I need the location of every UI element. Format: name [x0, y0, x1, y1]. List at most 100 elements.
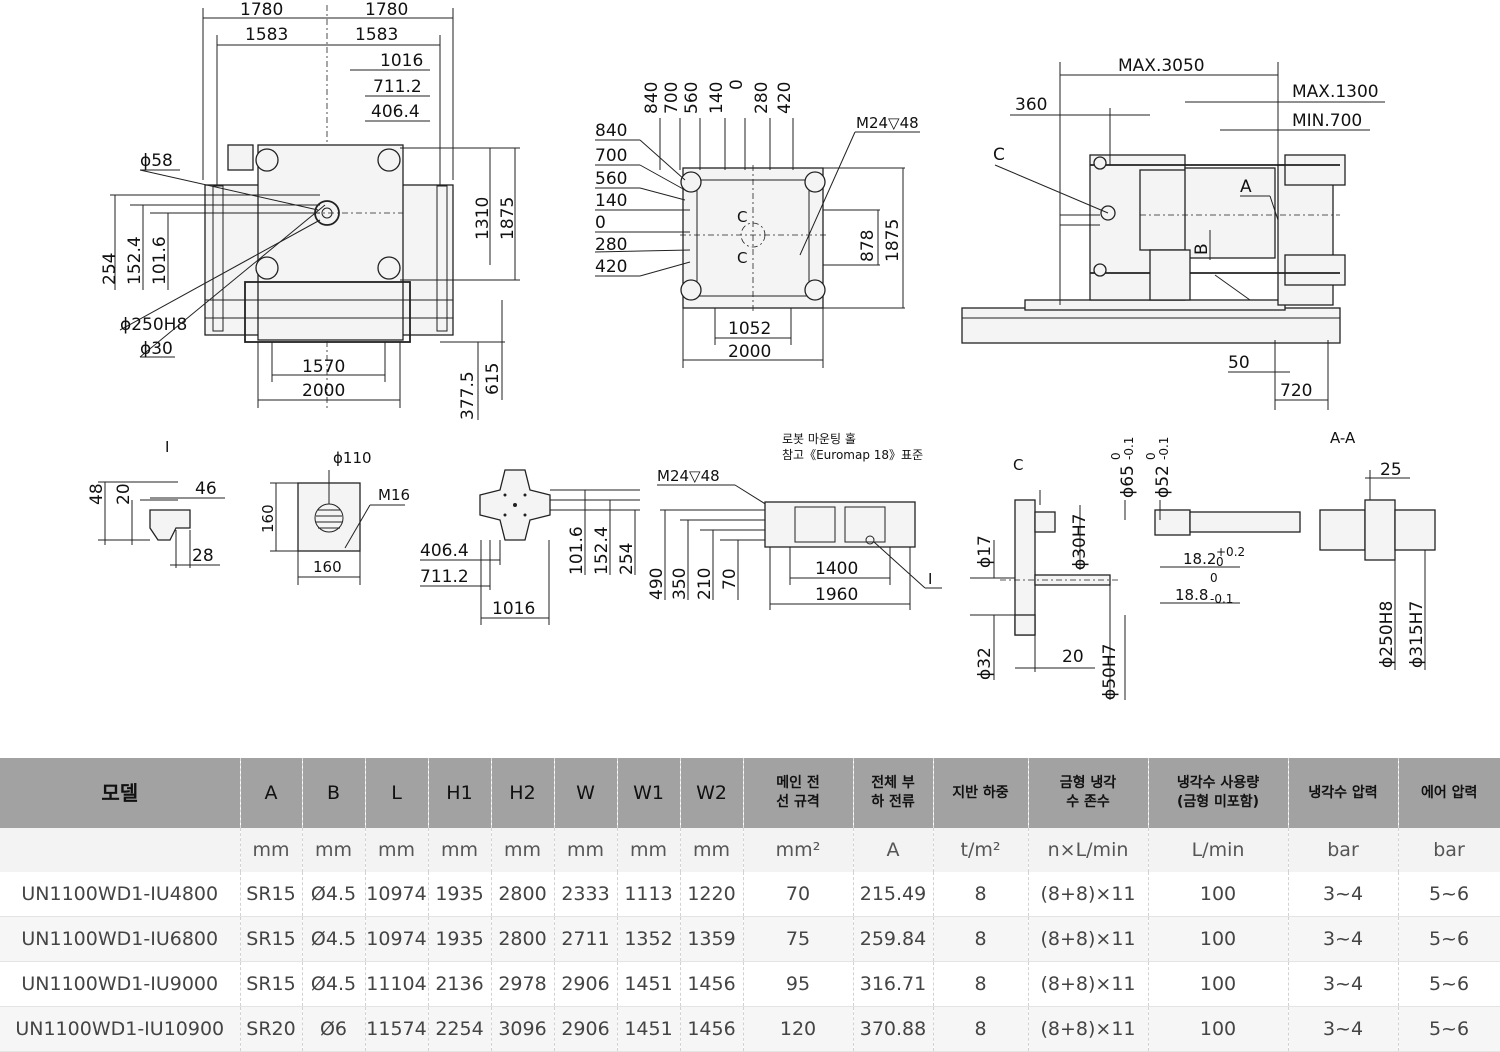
header-h2: H2 — [491, 758, 555, 828]
dim-406-4: 406.4 — [371, 102, 420, 122]
platen-top-560: 560 — [682, 82, 702, 114]
cell-w1: 1451 — [617, 1006, 681, 1052]
header-h1: H1 — [428, 758, 492, 828]
platen-top-140: 140 — [707, 82, 727, 114]
cell-cooling-water-usage: 100 — [1148, 872, 1289, 917]
cell-cooling-water-pressure: 3~4 — [1288, 961, 1399, 1007]
cell-load-current: 215.49 — [853, 872, 934, 917]
side-label-b: B — [1192, 243, 1212, 255]
header-mold-cooling-zones: 금형 냉각 수 존수 — [1028, 758, 1149, 828]
platen-dim-1052: 1052 — [728, 319, 771, 339]
dim-152-4-front: 152.4 — [125, 236, 145, 285]
cell-load-current: 316.71 — [853, 961, 934, 1007]
detail-c-20: 20 — [1062, 647, 1084, 667]
header-w2: W2 — [680, 758, 744, 828]
unit-w2: mm — [680, 828, 744, 872]
robot-dim-1960: 1960 — [815, 585, 858, 605]
header-floor-load: 지반 하중 — [933, 758, 1029, 828]
platen-holes-1016: 1016 — [492, 599, 535, 619]
hole-m16: M16 — [378, 486, 410, 504]
detail-c: C ϕ65 0 -0.1 ϕ52 0 -0.1 ϕ30H7 18.2 +0.2 … — [970, 437, 1301, 700]
spec-table: 모델 A B L H1 H2 W W1 W2 메인 전 선 규격 전체 부 하 … — [0, 758, 1500, 1052]
cell-b: Ø6 — [302, 1006, 366, 1052]
robot-note-line2: 참고《Euromap 18》표준 — [782, 448, 923, 462]
robot-dim-350: 350 — [670, 568, 690, 600]
platen-top-dims: 840 700 560 140 0 280 420 — [642, 79, 795, 170]
cell-w: 2906 — [554, 1006, 618, 1052]
dim-1875-front: 1875 — [498, 197, 518, 240]
units-row: mm mm mm mm mm mm mm mm mm² A t/m² n×L/m… — [0, 828, 1500, 872]
side-dim-50: 50 — [1228, 353, 1250, 373]
platen-left-420: 420 — [595, 257, 627, 277]
callout-phi58: ϕ58 — [140, 151, 173, 171]
section-aa-25: 25 — [1380, 460, 1402, 480]
platen-holes-254: 254 — [617, 543, 637, 575]
dim-1780-right: 1780 — [365, 0, 408, 20]
robot-dim-70: 70 — [720, 568, 740, 590]
cell-b: Ø4.5 — [302, 961, 366, 1007]
cell-air-pressure: 5~6 — [1398, 1006, 1500, 1052]
cell-floor-load: 8 — [933, 872, 1029, 917]
cell-main-cable: 120 — [743, 1006, 854, 1052]
cell-h2: 2978 — [491, 961, 555, 1007]
robot-mount: 로봇 마운팅 홀 참고《Euromap 18》표준 M24▽48 490 350… — [647, 432, 942, 610]
cell-a: SR15 — [240, 961, 303, 1007]
platen-holes-406-4: 406.4 — [420, 541, 469, 561]
cell-w: 2333 — [554, 872, 618, 917]
cell-b: Ø4.5 — [302, 872, 366, 917]
unit-floor-load: t/m² — [933, 828, 1029, 872]
cell-load-current: 259.84 — [853, 916, 934, 962]
hole-160-horiz: 160 — [313, 558, 342, 576]
side-dim-360: 360 — [1015, 95, 1047, 115]
technical-drawing: 1780 1780 1583 1583 1016 711.2 406.4 131… — [87, 0, 1436, 700]
unit-w1: mm — [617, 828, 681, 872]
dim-1583-left: 1583 — [245, 25, 288, 45]
unit-w: mm — [554, 828, 618, 872]
table-row: UN1100WD1-IU6800 SR15 Ø4.5 10974 1935 28… — [0, 916, 1500, 962]
platen-left-280: 280 — [595, 235, 627, 255]
platen-left-0: 0 — [595, 213, 606, 233]
detail-i-48: 48 — [87, 483, 107, 505]
dim-254-front: 254 — [100, 253, 120, 285]
cell-w2: 1359 — [680, 916, 744, 962]
cell-cooling-water-pressure: 3~4 — [1288, 916, 1399, 962]
detail-c-tol-0d: 0 — [1210, 571, 1218, 585]
platen-holes-101-6: 101.6 — [567, 526, 587, 575]
cell-l: 11104 — [365, 961, 429, 1007]
detail-c-title: C — [1013, 456, 1023, 474]
cell-b: Ø4.5 — [302, 916, 366, 962]
unit-cooling-water-pressure: bar — [1288, 828, 1399, 872]
platen-top-280: 280 — [752, 82, 772, 114]
detail-c-18-8: 18.8 — [1175, 586, 1208, 604]
cell-floor-load: 8 — [933, 961, 1029, 1007]
cell-a: SR15 — [240, 872, 303, 917]
side-view: MAX.3050 360 MAX.1300 MIN.700 C A B 50 7… — [961, 56, 1385, 410]
dim-101-6-front: 101.6 — [150, 236, 170, 285]
table-header-row: 모델 A B L H1 H2 W W1 W2 메인 전 선 규격 전체 부 하 … — [0, 758, 1500, 828]
dim-2000-front: 2000 — [302, 381, 345, 401]
platen-view: C C 840 700 560 140 0 280 420 840 700 56… — [594, 79, 920, 368]
cell-a: SR20 — [240, 1006, 303, 1052]
detail-c-tol-0a: 0 — [1109, 452, 1123, 460]
cell-cooling-water-pressure: 3~4 — [1288, 1006, 1399, 1052]
cell-floor-load: 8 — [933, 1006, 1029, 1052]
cell-w2: 1456 — [680, 961, 744, 1007]
cell-load-current: 370.88 — [853, 1006, 934, 1052]
section-aa: A-A 25 ϕ250H8 ϕ315H7 — [1319, 429, 1436, 670]
detail-c-tol-1b: -0.1 — [1157, 437, 1171, 460]
unit-load-current: A — [853, 828, 934, 872]
detail-i-title: I — [165, 438, 169, 456]
unit-cooling-water-usage: L/min — [1148, 828, 1289, 872]
cell-h1: 1935 — [428, 916, 492, 962]
platen-section-c-bottom: C — [737, 249, 747, 267]
table-row: UN1100WD1-IU10900 SR20 Ø6 11574 2254 309… — [0, 1006, 1500, 1052]
header-l: L — [365, 758, 429, 828]
cell-model: UN1100WD1-IU4800 — [0, 872, 241, 917]
cell-main-cable: 75 — [743, 916, 854, 962]
detail-c-tol-1a: -0.1 — [1122, 437, 1136, 460]
cell-a: SR15 — [240, 916, 303, 962]
section-aa-phi315h7: ϕ315H7 — [1407, 601, 1427, 668]
detail-c-phi52: ϕ52 — [1153, 465, 1173, 498]
detail-c-tol-1d: -0.1 — [1210, 592, 1233, 606]
platen-left-840: 840 — [595, 121, 627, 141]
